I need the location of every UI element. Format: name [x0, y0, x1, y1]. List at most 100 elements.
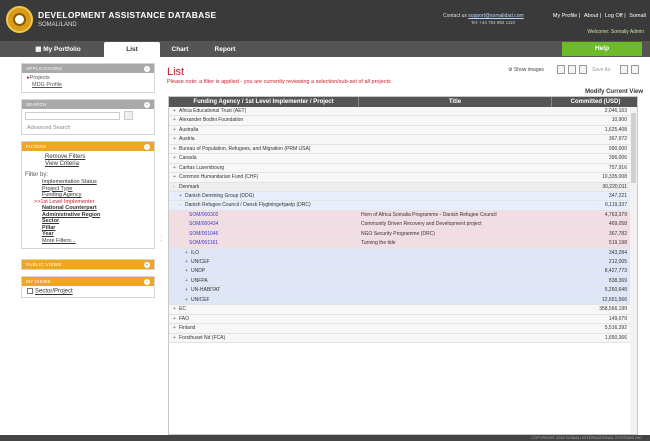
row-label: + Bureau of Population, Refugees, and Mig…	[169, 145, 310, 154]
tab-report[interactable]: Report	[200, 42, 250, 57]
advanced-search-link[interactable]: Advanced Search	[22, 125, 154, 134]
table-row[interactable]: + Bureau of Population, Refugees, and Mig…	[169, 144, 637, 155]
table-row[interactable]: + Alexander Bodini Foundation 10,900	[169, 116, 637, 126]
sidebar-item-mdg-profile[interactable]: MDG Profile	[27, 82, 149, 89]
tab-my-portfolio[interactable]: ▦ My Portfolio	[18, 42, 98, 57]
search-input[interactable]	[25, 112, 120, 120]
row-title: NGO Security Programme (DRC)	[361, 230, 435, 237]
row-label: - Danish Refugee Council / Dansk Flygtnin…	[169, 201, 311, 210]
show-images-toggle[interactable]: ⚙ Show images	[508, 67, 544, 73]
sidebar-item-projects[interactable]: ▸Projects	[27, 75, 149, 82]
filter-more-filters[interactable]: More Filters...	[25, 238, 151, 245]
row-label: + Common Humanitarian Fund (CHF)	[169, 173, 258, 182]
column-header-title[interactable]: Title	[358, 97, 551, 107]
row-label: + UNFPA	[169, 277, 208, 286]
scrollbar-thumb[interactable]	[631, 113, 636, 183]
project-code-link[interactable]: SOM/001161	[189, 240, 218, 246]
collapse-icon[interactable]: −	[144, 65, 150, 72]
modify-current-view-link[interactable]: Modify Current View	[585, 89, 643, 95]
row-committed-value: 990,000	[608, 145, 627, 152]
table-row[interactable]: + UNDP 8,427,773	[169, 267, 637, 277]
view-criteria-link[interactable]: View Criteria	[25, 161, 151, 168]
top-header: DEVELOPMENT ASSISTANCE DATABASE SOMALILA…	[0, 0, 650, 41]
help-button[interactable]: Help	[562, 42, 642, 56]
remove-filters-link[interactable]: Remove Filters	[25, 154, 151, 161]
print-icon[interactable]	[579, 65, 587, 74]
contact-email-link[interactable]: support@somalidad.com	[468, 13, 523, 19]
row-label: SOM/000434	[169, 220, 218, 229]
sidebar-splitter-handle[interactable]: ⋮	[158, 235, 164, 251]
view-checkbox[interactable]	[27, 288, 33, 294]
search-go-icon[interactable]	[124, 111, 133, 120]
main-content: List Please note: a filter is applied - …	[164, 63, 644, 435]
my-profile-link[interactable]: My Profile	[553, 13, 577, 19]
export-excel-icon[interactable]	[557, 65, 565, 74]
collapse-icon[interactable]: −	[144, 101, 150, 108]
column-header-agency[interactable]: Funding Agency / 1st Level Implementer /…	[169, 97, 358, 107]
table-row[interactable]: + Africa Educational Trust (AET) 2,046,163	[169, 107, 637, 117]
collapse-icon[interactable]: −	[144, 143, 150, 150]
row-label-text: ILO	[191, 249, 200, 256]
save-as-button[interactable]: Save As	[592, 67, 610, 73]
row-label-text: Danish Demining Group (DDG)	[185, 192, 255, 199]
table-row[interactable]: - Danish Refugee Council / Dansk Flygtnin…	[169, 201, 637, 211]
table-row[interactable]: + Austria 367,972	[169, 135, 637, 145]
table-row[interactable]: + Australia 1,625,408	[169, 125, 637, 136]
public-views-header[interactable]: PUBLIC VIEWS +	[22, 260, 154, 269]
tab-chart[interactable]: Chart	[160, 42, 200, 57]
project-code-link[interactable]: SOM/000302	[189, 212, 218, 218]
app-subtitle: SOMALILAND	[38, 22, 77, 28]
row-committed-value: 12,651,566	[601, 296, 627, 303]
row-committed-value: 469,058	[608, 221, 627, 228]
search-header: SEARCH −	[22, 100, 154, 109]
table-row[interactable]: + Caritas Luxembourg 757,916	[169, 163, 637, 174]
table-row[interactable]: + ILO 343,284	[169, 248, 637, 258]
table-row[interactable]: + FAO 149,079	[169, 314, 637, 325]
row-label: + ILO	[169, 249, 199, 258]
refresh-icon[interactable]	[631, 65, 639, 74]
my-view-item[interactable]: Sector/Project	[22, 286, 154, 297]
table-row[interactable]: SOM/001046 NGO Security Programme (DRC) 36…	[169, 229, 637, 240]
table-row[interactable]: SOM/001161 Turning the tide 519,198	[169, 239, 637, 249]
expand-icon[interactable]: +	[144, 261, 150, 268]
table-row[interactable]: + UNICEF 212,005	[169, 258, 637, 268]
collapse-icon[interactable]: −	[144, 278, 150, 285]
filters-header: FILTERS −	[22, 142, 154, 151]
table-row[interactable]: + Canada 396,006	[169, 154, 637, 164]
row-committed-value: 2,046,163	[604, 108, 627, 114]
contact-info: Contact us support@somalidad.com	[443, 13, 524, 19]
edit-icon[interactable]	[620, 65, 628, 74]
row-title: Community Driven Recovery and Developmen…	[361, 221, 482, 228]
table-row[interactable]: + Forsthuset Nd (FCA) 1,650,366	[169, 333, 637, 343]
table-row[interactable]: SOM/000302 Horn of Africa Somalia Program…	[169, 210, 637, 221]
project-code-link[interactable]: SOM/000434	[189, 221, 218, 227]
language-link[interactable]: Somali	[629, 13, 646, 19]
table-row[interactable]: SOM/000434 Community Driven Recovery and …	[169, 220, 637, 230]
row-label: + EC	[169, 305, 186, 314]
filters-panel: FILTERS − Remove Filters View Criteria F…	[21, 141, 155, 249]
row-committed-value: 367,972	[608, 136, 627, 143]
table-row[interactable]: + UNICEF 12,651,566	[169, 295, 637, 306]
log-off-link[interactable]: Log Off	[605, 13, 623, 19]
export-table-icon[interactable]	[568, 65, 576, 74]
tab-list[interactable]: List	[104, 42, 160, 57]
row-committed-value: 212,005	[608, 259, 627, 265]
my-views-panel: MY VIEWS − Sector/Project	[21, 276, 155, 298]
column-header-committed[interactable]: Committed (USD)	[551, 97, 637, 107]
table-row[interactable]: + UNFPA 838,369	[169, 276, 637, 287]
table-row[interactable]: + Finland 5,516,392	[169, 324, 637, 334]
grid-scrollbar[interactable]	[630, 107, 637, 434]
table-row[interactable]: + EC 358,566,199	[169, 305, 637, 315]
table-row[interactable]: + Common Humanitarian Fund (CHF) 10,335,00…	[169, 173, 637, 183]
about-link[interactable]: About	[584, 13, 598, 19]
row-committed-value: 10,900	[611, 117, 627, 124]
footer-copyright: COPYRIGHT 2010 SOMALI INTERNATIONAL SYST…	[531, 435, 642, 440]
project-code-link[interactable]: SOM/001046	[189, 231, 218, 237]
table-row[interactable]: + UN-HABITAT 5,260,648	[169, 286, 637, 296]
table-row[interactable]: + Danish Demining Group (DDG) 347,221	[169, 191, 637, 202]
row-label: + Danish Demining Group (DDG)	[169, 192, 254, 201]
row-label: + Austria	[169, 135, 195, 144]
table-row[interactable]: - Denmark 30,220,011	[169, 182, 637, 192]
row-label: + Forsthuset Nd (FCA)	[169, 334, 225, 343]
row-label-text: Caritas Luxembourg	[179, 164, 225, 171]
